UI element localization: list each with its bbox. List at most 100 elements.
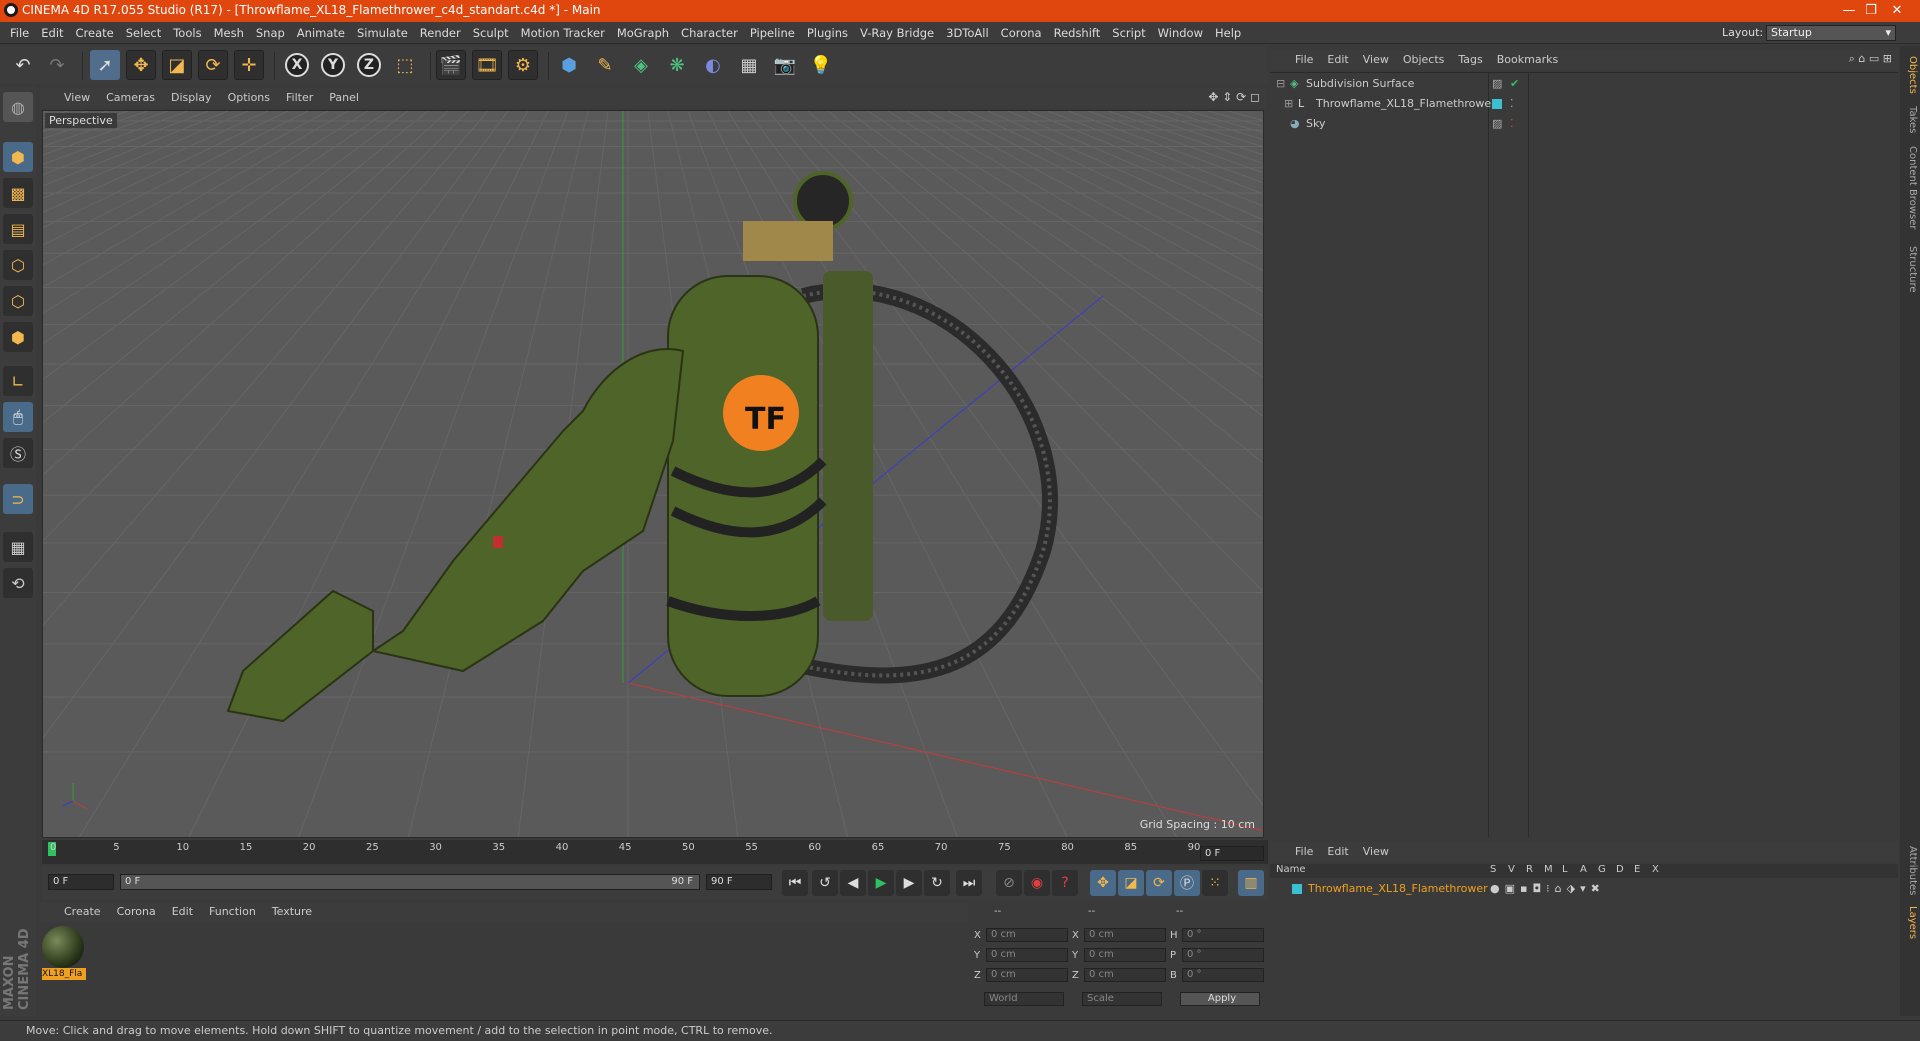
visibility-dots-icon[interactable]: ⁚ <box>1510 95 1514 113</box>
menu-sculpt[interactable]: Sculpt <box>467 22 515 44</box>
render-picture-viewer-icon[interactable]: 🎞 <box>472 50 502 80</box>
layer-menu-edit[interactable]: Edit <box>1320 842 1355 862</box>
coordinate-mode-dropdown[interactable]: Scale <box>1082 992 1162 1006</box>
menu-3dtoall[interactable]: 3DToAll <box>940 22 995 44</box>
menu-create[interactable]: Create <box>70 22 120 44</box>
layout-dropdown[interactable]: Startup ▾ <box>1766 25 1896 41</box>
menu-script[interactable]: Script <box>1106 22 1151 44</box>
frame-range-slider[interactable]: 0 F 90 F <box>120 874 700 890</box>
layer-menu-view[interactable]: View <box>1356 842 1396 862</box>
key-rotation-icon[interactable]: ⟳ <box>1146 870 1172 896</box>
menu-file[interactable]: File <box>0 22 35 44</box>
timeline-window-icon[interactable]: ▥ <box>1238 870 1264 896</box>
expand-icon[interactable]: ⊞ <box>1284 95 1293 113</box>
perspective-viewport[interactable]: TF Perspective Grid Spacing : 10 cm <box>42 110 1264 838</box>
search-icon[interactable]: ⌕ ⌂ ▭ ⊞ <box>1849 52 1892 66</box>
model-mode-icon[interactable]: ⬢ <box>3 142 33 172</box>
viewport-menu-panel[interactable]: Panel <box>321 88 367 108</box>
apply-button[interactable]: Apply <box>1180 992 1260 1006</box>
layer-menu-file[interactable]: File <box>1288 842 1320 862</box>
y-axis-lock-icon[interactable]: Y <box>318 50 348 80</box>
layer-flags-icons[interactable]: ●▣▪◘⁝⌂⬗▾✖ <box>1490 880 1605 898</box>
object-name[interactable]: Subdivision Surface <box>1306 75 1414 93</box>
object-name[interactable]: Throwflame_XL18_Flamethrower <box>1316 95 1496 113</box>
floor-scene-icon[interactable]: ▦ <box>734 50 764 80</box>
position-y-field[interactable]: 0 cm <box>986 948 1068 962</box>
undo-icon[interactable]: ↶ <box>8 50 38 80</box>
position-z-field[interactable]: 0 cm <box>986 968 1068 982</box>
end-frame-field[interactable]: 90 F <box>706 874 772 890</box>
tab-content-browser[interactable]: Content Browser <box>1902 146 1918 229</box>
goto-end-icon[interactable]: ⏭ <box>956 870 982 896</box>
menu-vray-bridge[interactable]: V-Ray Bridge <box>854 22 940 44</box>
viewport-menu-display[interactable]: Display <box>163 88 220 108</box>
menu-mograph[interactable]: MoGraph <box>611 22 675 44</box>
menu-edit[interactable]: Edit <box>35 22 69 44</box>
previous-frame-icon[interactable]: ◀ <box>840 870 866 896</box>
menu-character[interactable]: Character <box>675 22 744 44</box>
rotation-p-field[interactable]: 0 ° <box>1182 948 1264 962</box>
flamethrower-model[interactable]: TF <box>226 171 1058 723</box>
edges-mode-icon[interactable]: ⬡ <box>3 286 33 316</box>
material-menu-function[interactable]: Function <box>201 902 264 922</box>
points-mode-icon[interactable]: ⬡ <box>3 250 33 280</box>
camera-icon[interactable]: 📷 <box>770 50 800 80</box>
x-axis-lock-icon[interactable]: X <box>282 50 312 80</box>
size-x-field[interactable]: 0 cm <box>1084 928 1166 942</box>
rotation-b-field[interactable]: 0 ° <box>1182 968 1264 982</box>
material-name[interactable]: XL18_Fla <box>42 968 86 980</box>
menu-help[interactable]: Help <box>1209 22 1247 44</box>
object-menu-bookmarks[interactable]: Bookmarks <box>1490 50 1565 70</box>
collapse-icon[interactable]: ⊟ <box>1276 75 1285 93</box>
array-mograph-icon[interactable]: ❋ <box>662 50 692 80</box>
light-icon[interactable]: 💡 <box>806 50 836 80</box>
object-menu-view[interactable]: View <box>1356 50 1396 70</box>
menu-plugins[interactable]: Plugins <box>801 22 854 44</box>
next-frame-icon[interactable]: ▶ <box>896 870 922 896</box>
menu-redshift[interactable]: Redshift <box>1048 22 1107 44</box>
polygons-mode-icon[interactable]: ⬢ <box>3 322 33 352</box>
key-parameter-icon[interactable]: Ⓟ <box>1174 870 1200 896</box>
menu-motion-tracker[interactable]: Motion Tracker <box>515 22 611 44</box>
previous-key-icon[interactable]: ↺ <box>812 870 838 896</box>
menu-mesh[interactable]: Mesh <box>208 22 250 44</box>
object-row[interactable]: ⊟ ◈ Subdivision Surface ▨ ✔ <box>1270 75 1898 93</box>
tab-objects[interactable]: Objects <box>1902 56 1918 94</box>
play-icon[interactable]: ▶ <box>868 870 894 896</box>
layer-color-swatch[interactable] <box>1292 884 1302 894</box>
size-y-field[interactable]: 0 cm <box>1084 948 1166 962</box>
tab-structure[interactable]: Structure <box>1902 246 1918 293</box>
menu-corona[interactable]: Corona <box>995 22 1048 44</box>
key-position-icon[interactable]: ✥ <box>1090 870 1116 896</box>
axis-mode-icon[interactable]: ∟ <box>3 366 33 396</box>
menu-render[interactable]: Render <box>414 22 467 44</box>
pen-spline-icon[interactable]: ✎ <box>590 50 620 80</box>
visibility-toggle-icon[interactable]: ▨ <box>1492 75 1502 93</box>
scale-tool-icon[interactable]: ◪ <box>162 50 192 80</box>
current-frame-field[interactable]: 0 F <box>1200 846 1264 861</box>
subdivision-generator-icon[interactable]: ◈ <box>626 50 656 80</box>
tab-takes[interactable]: Takes <box>1902 106 1918 133</box>
close-button[interactable]: ✕ <box>1874 0 1920 22</box>
render-view-icon[interactable]: 🎬 <box>436 50 466 80</box>
object-menu-objects[interactable]: Objects <box>1396 50 1452 70</box>
cube-primitive-icon[interactable]: ⬢ <box>554 50 584 80</box>
menu-snap[interactable]: Snap <box>250 22 291 44</box>
planar-workplane-icon[interactable]: ⟲ <box>3 568 33 598</box>
viewport-menu-cameras[interactable]: Cameras <box>98 88 163 108</box>
coordinate-space-dropdown[interactable]: World <box>984 992 1064 1006</box>
next-key-icon[interactable]: ↻ <box>924 870 950 896</box>
material-menu-edit[interactable]: Edit <box>164 902 201 922</box>
position-x-field[interactable]: 0 cm <box>986 928 1068 942</box>
magnet-icon[interactable]: ⊃ <box>3 484 33 514</box>
timeline-ruler[interactable]: 0 5 10 15 20 25 30 35 40 45 50 55 60 65 70 75 80 85 90 <box>42 840 1268 864</box>
workplane-lock-icon[interactable]: ▦ <box>3 532 33 562</box>
object-row[interactable]: ◕ Sky ▨ ⁚ <box>1270 115 1898 133</box>
rotation-h-field[interactable]: 0 ° <box>1182 928 1264 942</box>
object-name[interactable]: Sky <box>1306 115 1325 133</box>
start-frame-field[interactable]: 0 F <box>48 874 114 890</box>
layer-color-swatch[interactable] <box>1492 99 1502 109</box>
object-menu-edit[interactable]: Edit <box>1320 50 1355 70</box>
viewport-menu-filter[interactable]: Filter <box>278 88 321 108</box>
move-tool-icon[interactable]: ✥ <box>126 50 156 80</box>
